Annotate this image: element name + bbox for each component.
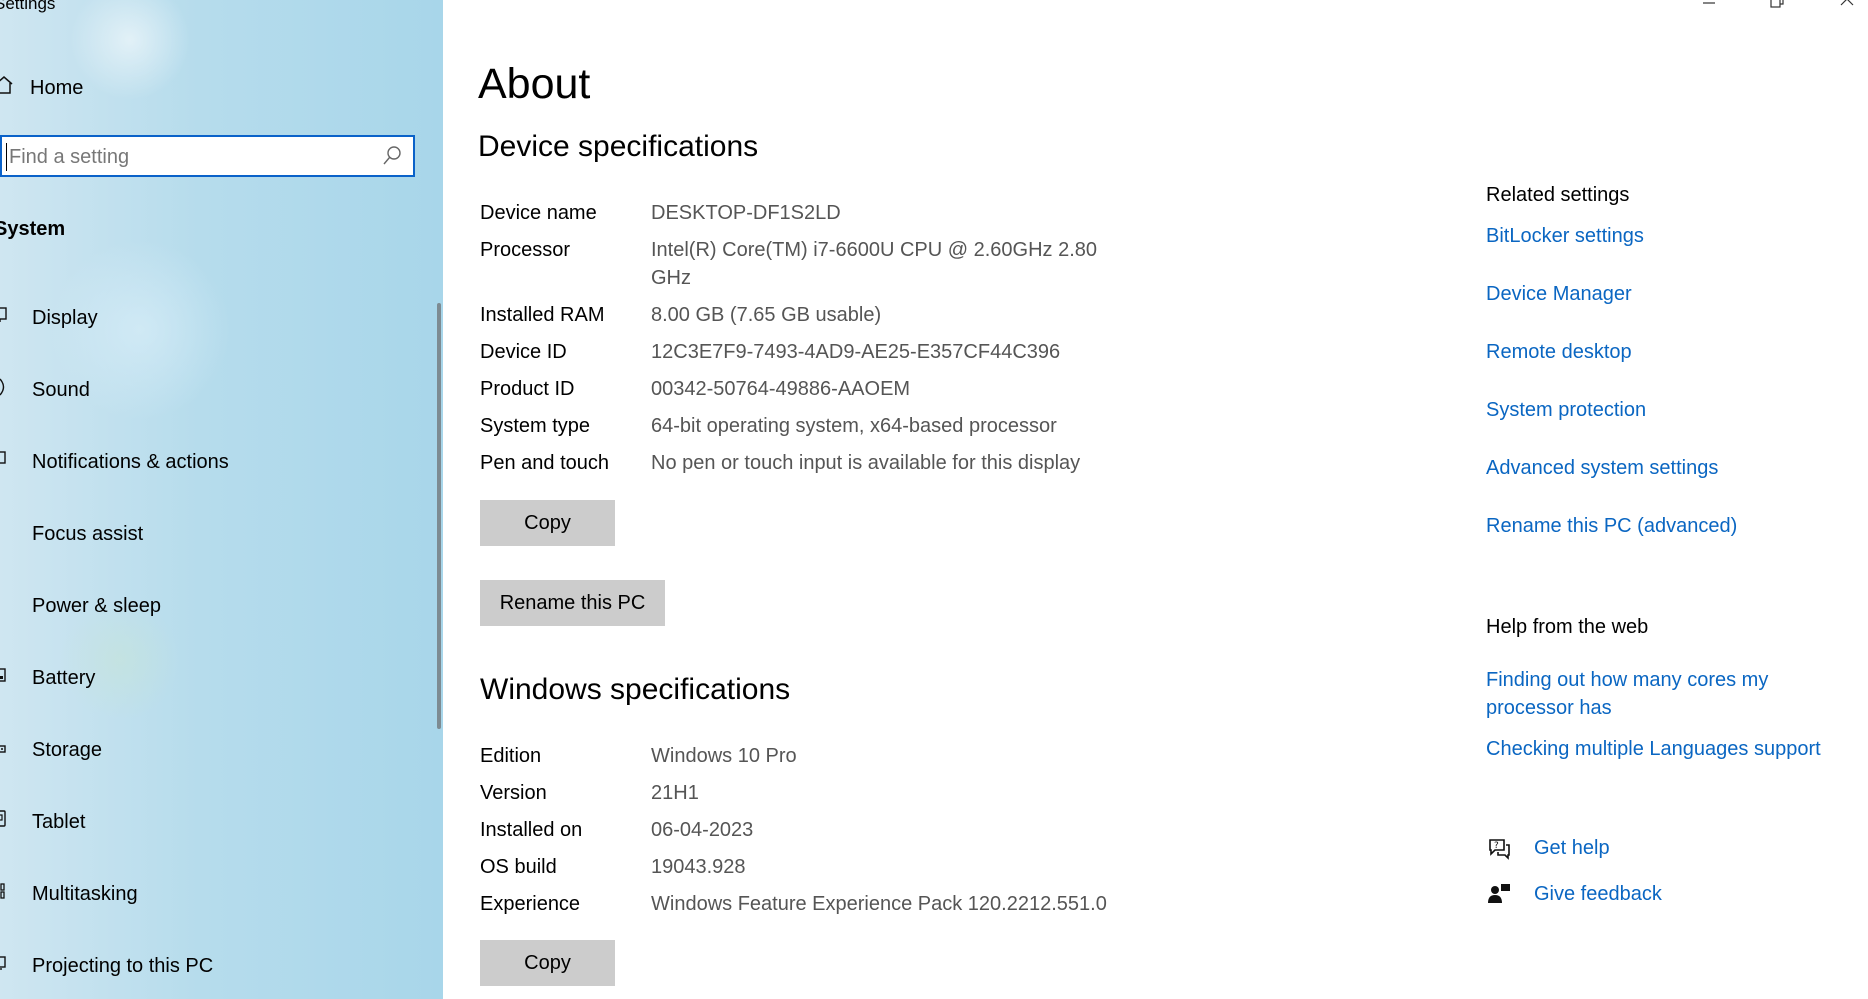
svg-text:?: ? — [1494, 841, 1499, 851]
battery-icon — [0, 667, 12, 689]
notifications-icon — [0, 451, 12, 473]
get-help-label: Get help — [1534, 836, 1610, 859]
link-finding-cores[interactable]: Finding out how many cores my processor … — [1486, 666, 1816, 722]
link-advanced-system-settings[interactable]: Advanced system settings — [1486, 454, 1846, 482]
sidebar-item-label: Sound — [32, 378, 90, 401]
feedback-icon — [1486, 881, 1512, 907]
sidebar-item-label: Tablet — [32, 810, 86, 833]
link-multiple-languages[interactable]: Checking multiple Languages support — [1486, 735, 1866, 763]
device-specifications-heading: Device specifications — [478, 130, 759, 163]
sidebar-item-display[interactable]: Display — [0, 298, 420, 338]
sidebar-item-battery[interactable]: Battery — [0, 658, 420, 698]
spec-label: Device name — [480, 202, 597, 224]
spec-value: 8.00 GB (7.65 GB usable) — [651, 304, 882, 326]
spec-label: Installed on — [480, 819, 583, 841]
close-icon — [1839, 0, 1855, 14]
spec-label: Product ID — [480, 378, 575, 400]
projecting-icon — [0, 955, 12, 977]
spec-value: 19043.928 — [651, 856, 746, 878]
get-help-link[interactable]: ? Get help — [1486, 835, 1610, 861]
sidebar-item-notifications[interactable]: Notifications & actions — [0, 442, 420, 482]
sound-icon — [0, 378, 12, 402]
windows-specifications-heading: Windows specifications — [480, 673, 791, 706]
storage-icon — [0, 739, 12, 761]
spec-value: 21H1 — [651, 782, 699, 804]
spec-label: System type — [480, 415, 591, 437]
copy-windows-specs-button[interactable]: Copy — [480, 940, 615, 986]
sidebar-item-tablet[interactable]: Tablet — [0, 802, 420, 842]
focus-assist-icon — [0, 522, 12, 546]
sidebar-item-label: Battery — [32, 666, 96, 689]
spec-value: DESKTOP-DF1S2LD — [651, 202, 841, 224]
spec-label: Edition — [480, 745, 542, 767]
sidebar-item-label: Power & sleep — [32, 594, 161, 617]
spec-label: Processor — [480, 239, 571, 261]
sidebar-item-multitasking[interactable]: Multitasking — [0, 874, 420, 914]
window-title: Settings — [0, 0, 56, 13]
power-icon — [0, 594, 12, 618]
search-box[interactable] — [0, 135, 415, 177]
spec-value: No pen or touch input is available for t… — [651, 452, 1081, 474]
spec-label: Experience — [480, 893, 581, 915]
sidebar-item-sound[interactable]: Sound — [0, 370, 420, 410]
give-feedback-label: Give feedback — [1534, 882, 1662, 905]
multitasking-icon — [0, 883, 12, 905]
sidebar-item-projecting[interactable]: Projecting to this PC — [0, 946, 420, 986]
close-button[interactable] — [1832, 0, 1862, 16]
sidebar-item-label: Notifications & actions — [32, 450, 229, 473]
link-system-protection[interactable]: System protection — [1486, 396, 1846, 424]
spec-label: Device ID — [480, 341, 567, 363]
help-from-web-heading: Help from the web — [1486, 616, 1649, 638]
restore-button[interactable] — [1762, 0, 1792, 16]
spec-value: 06-04-2023 — [651, 819, 754, 841]
spec-value: 64-bit operating system, x64-based proce… — [651, 415, 1057, 437]
sidebar-scrollbar[interactable] — [437, 303, 441, 729]
sidebar-item-label: Home — [30, 76, 84, 99]
related-settings-heading: Related settings — [1486, 184, 1630, 206]
sidebar: Settings Home System Display Sound Notif… — [0, 0, 443, 999]
spec-value: 00342-50764-49886-AAOEM — [651, 378, 911, 400]
spec-value: Intel(R) Core(TM) i7-6600U CPU @ 2.60GHz… — [651, 239, 1097, 289]
page-title: About — [478, 60, 591, 108]
home-icon — [0, 75, 16, 101]
spec-label: OS build — [480, 856, 557, 878]
link-remote-desktop[interactable]: Remote desktop — [1486, 338, 1846, 366]
sidebar-item-home[interactable]: Home — [0, 70, 420, 106]
display-icon — [0, 307, 12, 329]
sidebar-item-storage[interactable]: Storage — [0, 730, 420, 770]
restore-icon — [1769, 0, 1785, 14]
search-input[interactable] — [6, 143, 371, 171]
spec-value: 12C3E7F9-7493-4AD9-AE25-E357CF44C396 — [651, 341, 1061, 363]
minimize-button[interactable] — [1694, 0, 1724, 16]
sidebar-item-focus-assist[interactable]: Focus assist — [0, 514, 420, 554]
sidebar-item-label: Display — [32, 306, 98, 329]
copy-device-specs-button[interactable]: Copy — [480, 500, 615, 546]
spec-label: Installed RAM — [480, 304, 605, 326]
sidebar-item-label: Multitasking — [32, 882, 138, 905]
link-device-manager[interactable]: Device Manager — [1486, 280, 1846, 308]
sidebar-section-label: System — [0, 218, 66, 240]
spec-value: Windows Feature Experience Pack 120.2212… — [651, 893, 1107, 915]
get-help-icon: ? — [1486, 835, 1512, 861]
sidebar-item-label: Focus assist — [32, 522, 144, 545]
tablet-icon — [0, 810, 12, 834]
search-icon[interactable] — [381, 145, 403, 167]
sidebar-item-label: Projecting to this PC — [32, 954, 214, 977]
link-rename-pc-advanced[interactable]: Rename this PC (advanced) — [1486, 512, 1846, 540]
minimize-icon — [1701, 0, 1717, 14]
link-bitlocker-settings[interactable]: BitLocker settings — [1486, 222, 1846, 250]
spec-value: Windows 10 Pro — [651, 745, 797, 767]
spec-label: Version — [480, 782, 547, 804]
give-feedback-link[interactable]: Give feedback — [1486, 881, 1662, 907]
sidebar-item-label: Storage — [32, 738, 103, 761]
sidebar-item-power-sleep[interactable]: Power & sleep — [0, 586, 420, 626]
spec-label: Pen and touch — [480, 452, 609, 474]
rename-pc-button[interactable]: Rename this PC — [480, 580, 665, 626]
